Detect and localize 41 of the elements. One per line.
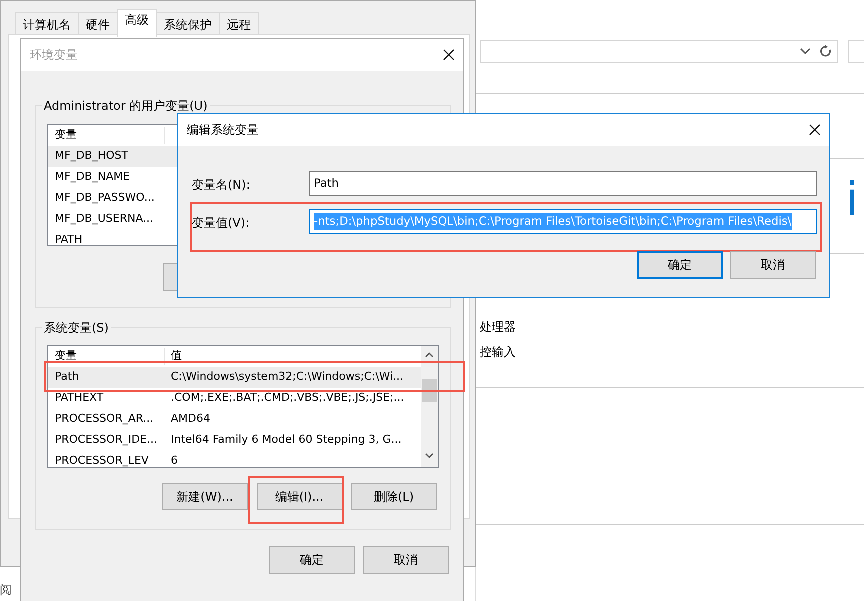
button[interactable]: 确定	[637, 251, 723, 279]
list-row[interactable]: PROCESSOR_LEV 6	[48, 451, 421, 467]
list-row[interactable]: MF_DB_PASSWO...	[48, 188, 177, 209]
scrollbar[interactable]	[421, 346, 438, 467]
field-label: 变量名(N):	[192, 177, 250, 194]
button[interactable]: 编辑(I)...	[256, 483, 342, 510]
button[interactable]: 新建(W)...	[162, 483, 248, 510]
feature-text: 控输入	[480, 344, 516, 361]
tab[interactable]: 高级	[117, 9, 157, 37]
button[interactable]: 确定	[269, 546, 355, 574]
link-text: 阅	[0, 582, 12, 599]
field-label: 变量值(V):	[192, 215, 250, 232]
group-title: Administrator 的用户变量(U)	[42, 97, 210, 115]
column-header: 变量	[48, 127, 165, 144]
group-title: 系统变量(S)	[42, 319, 111, 337]
chevron-down-icon[interactable]	[800, 48, 811, 55]
chevron-down-icon[interactable]	[425, 453, 434, 459]
list-row[interactable]: MF_DB_HOST	[48, 146, 177, 167]
feature-text: 处理器	[480, 319, 516, 336]
chevron-up-icon[interactable]	[425, 352, 434, 358]
dialog-title: 环境变量	[30, 47, 78, 64]
button[interactable]: 取消	[730, 251, 816, 279]
list-row[interactable]: MF_DB_USERNA...	[48, 209, 177, 230]
close-icon[interactable]	[443, 49, 455, 61]
list-row[interactable]: MF_DB_NAME	[48, 167, 177, 188]
list-row[interactable]: PROCESSOR_IDE... Intel64 Family 6 Model 60 Stepping 3, G...	[48, 430, 421, 451]
column-header: 变量	[48, 348, 165, 365]
button[interactable]: 取消	[363, 546, 449, 574]
list-row[interactable]: Path C:\Windows\system32;C:\Windows;C:\Wi...	[48, 367, 421, 388]
scrollbar-thumb[interactable]	[422, 379, 437, 402]
refresh-icon[interactable]	[820, 45, 832, 58]
list-row[interactable]: PROCESSOR_AR... AMD64	[48, 409, 421, 430]
input-field[interactable]: Path	[309, 171, 817, 196]
heading-text: i	[846, 176, 859, 222]
close-icon[interactable]	[809, 124, 821, 136]
dialog-title: 编辑系统变量	[187, 122, 259, 139]
column-header: 值	[170, 348, 182, 364]
list-row[interactable]: PATHEXT .COM;.EXE;.BAT;.CMD;.VBS;.VBE;.JS;.JSE;...	[48, 388, 421, 409]
button[interactable]: 删除(L)	[351, 483, 437, 510]
list-row[interactable]: PATH	[48, 230, 177, 245]
address-field[interactable]	[480, 40, 838, 63]
